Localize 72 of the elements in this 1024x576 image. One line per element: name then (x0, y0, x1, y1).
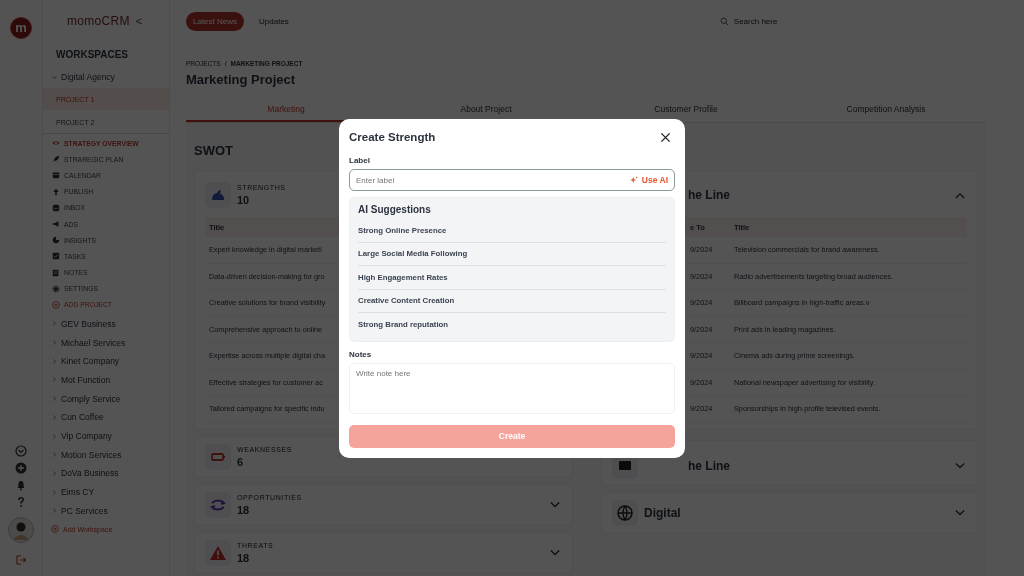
chevron-right-icon (51, 451, 58, 459)
workspace-item[interactable]: Cun Coffee (43, 408, 169, 427)
tab[interactable]: Competition Analysis (786, 98, 986, 122)
chevron-right-icon (51, 320, 58, 328)
chevron-right-icon (51, 357, 58, 365)
inbox-icon (52, 203, 60, 212)
logout-icon[interactable] (15, 554, 27, 566)
suggestions-heading: AI Suggestions (358, 204, 432, 217)
swot-count: 18 (237, 551, 250, 564)
chevron-right-icon (51, 432, 58, 440)
section-title: SWOT (194, 142, 233, 160)
chevron-right-icon (51, 395, 58, 403)
tasks-icon (52, 252, 60, 261)
workspace-item[interactable]: Motion Services (43, 445, 169, 465)
card-title: Digital (644, 505, 681, 520)
field-label: Notes (349, 349, 373, 359)
workspace-item[interactable]: Digital Agency (43, 68, 169, 86)
warning-icon (210, 544, 226, 561)
workspace-item[interactable]: Michael Services (43, 333, 169, 352)
chevron-down-icon (51, 73, 58, 81)
field-label: Label (349, 156, 371, 165)
chevron-right-icon (51, 507, 58, 515)
chevron-down-icon[interactable] (550, 501, 560, 508)
label-field[interactable]: Enter label Use AI (349, 169, 675, 191)
card-title: he Line (687, 458, 730, 473)
workspace-item[interactable]: DoVa Business (43, 464, 169, 483)
gear-icon (52, 284, 60, 293)
publish-icon (52, 187, 60, 196)
chevron-down-icon[interactable] (550, 549, 560, 556)
flexed-arm-icon (210, 187, 226, 203)
use-ai-button[interactable]: Use AI (629, 175, 668, 185)
chevron-right-icon (51, 339, 58, 347)
chevron-right-icon (51, 488, 58, 496)
notes-icon (52, 268, 60, 277)
workspace-item[interactable]: Vip Company (43, 426, 169, 446)
close-icon[interactable] (660, 131, 671, 143)
notes-field[interactable]: Write note here (349, 362, 675, 414)
section-heading: WORKSPACES (55, 48, 130, 62)
workspace-item[interactable]: Comply Service (43, 389, 169, 408)
chevron-right-icon (51, 376, 58, 384)
card-title: he Line (687, 188, 730, 202)
help-icon[interactable] (15, 496, 27, 508)
dialog-title: Create Strength (349, 131, 436, 143)
chart-icon (52, 236, 60, 245)
workspace-item[interactable]: Eims CY (43, 482, 169, 502)
megaphone-icon (52, 220, 60, 229)
chevron-right-icon (51, 469, 58, 477)
calendar-icon (52, 171, 60, 180)
sparkle-icon (629, 176, 638, 184)
search-icon (719, 16, 729, 26)
swot-count: 10 (237, 194, 250, 206)
tab[interactable]: About Project (386, 98, 586, 122)
workspace-item[interactable]: GEV Business (43, 314, 169, 334)
chevron-down-icon[interactable] (955, 509, 965, 516)
chevron-right-icon (51, 413, 58, 421)
globe-icon (617, 504, 633, 521)
workspace-item[interactable]: Mot Function (43, 370, 169, 390)
news-tab[interactable]: Updates (252, 11, 296, 31)
page-title: Marketing Project (186, 72, 297, 88)
search-field[interactable]: Search here (733, 16, 864, 26)
workspace-item[interactable]: PC Services (43, 501, 169, 521)
collapse-button[interactable]: < (135, 15, 143, 27)
chevron-down-icon[interactable] (955, 462, 965, 469)
swot-count: 18 (237, 503, 250, 516)
bell-icon[interactable] (15, 479, 27, 491)
app-logo[interactable]: m (10, 17, 32, 39)
chevron-up-icon[interactable] (955, 191, 965, 199)
swot-count: 6 (237, 455, 244, 468)
brand-logo: momoCRM (67, 14, 130, 28)
eye-icon (52, 139, 60, 148)
workspace-item[interactable]: Kinet Company (43, 351, 169, 371)
user-avatar[interactable] (8, 517, 34, 543)
